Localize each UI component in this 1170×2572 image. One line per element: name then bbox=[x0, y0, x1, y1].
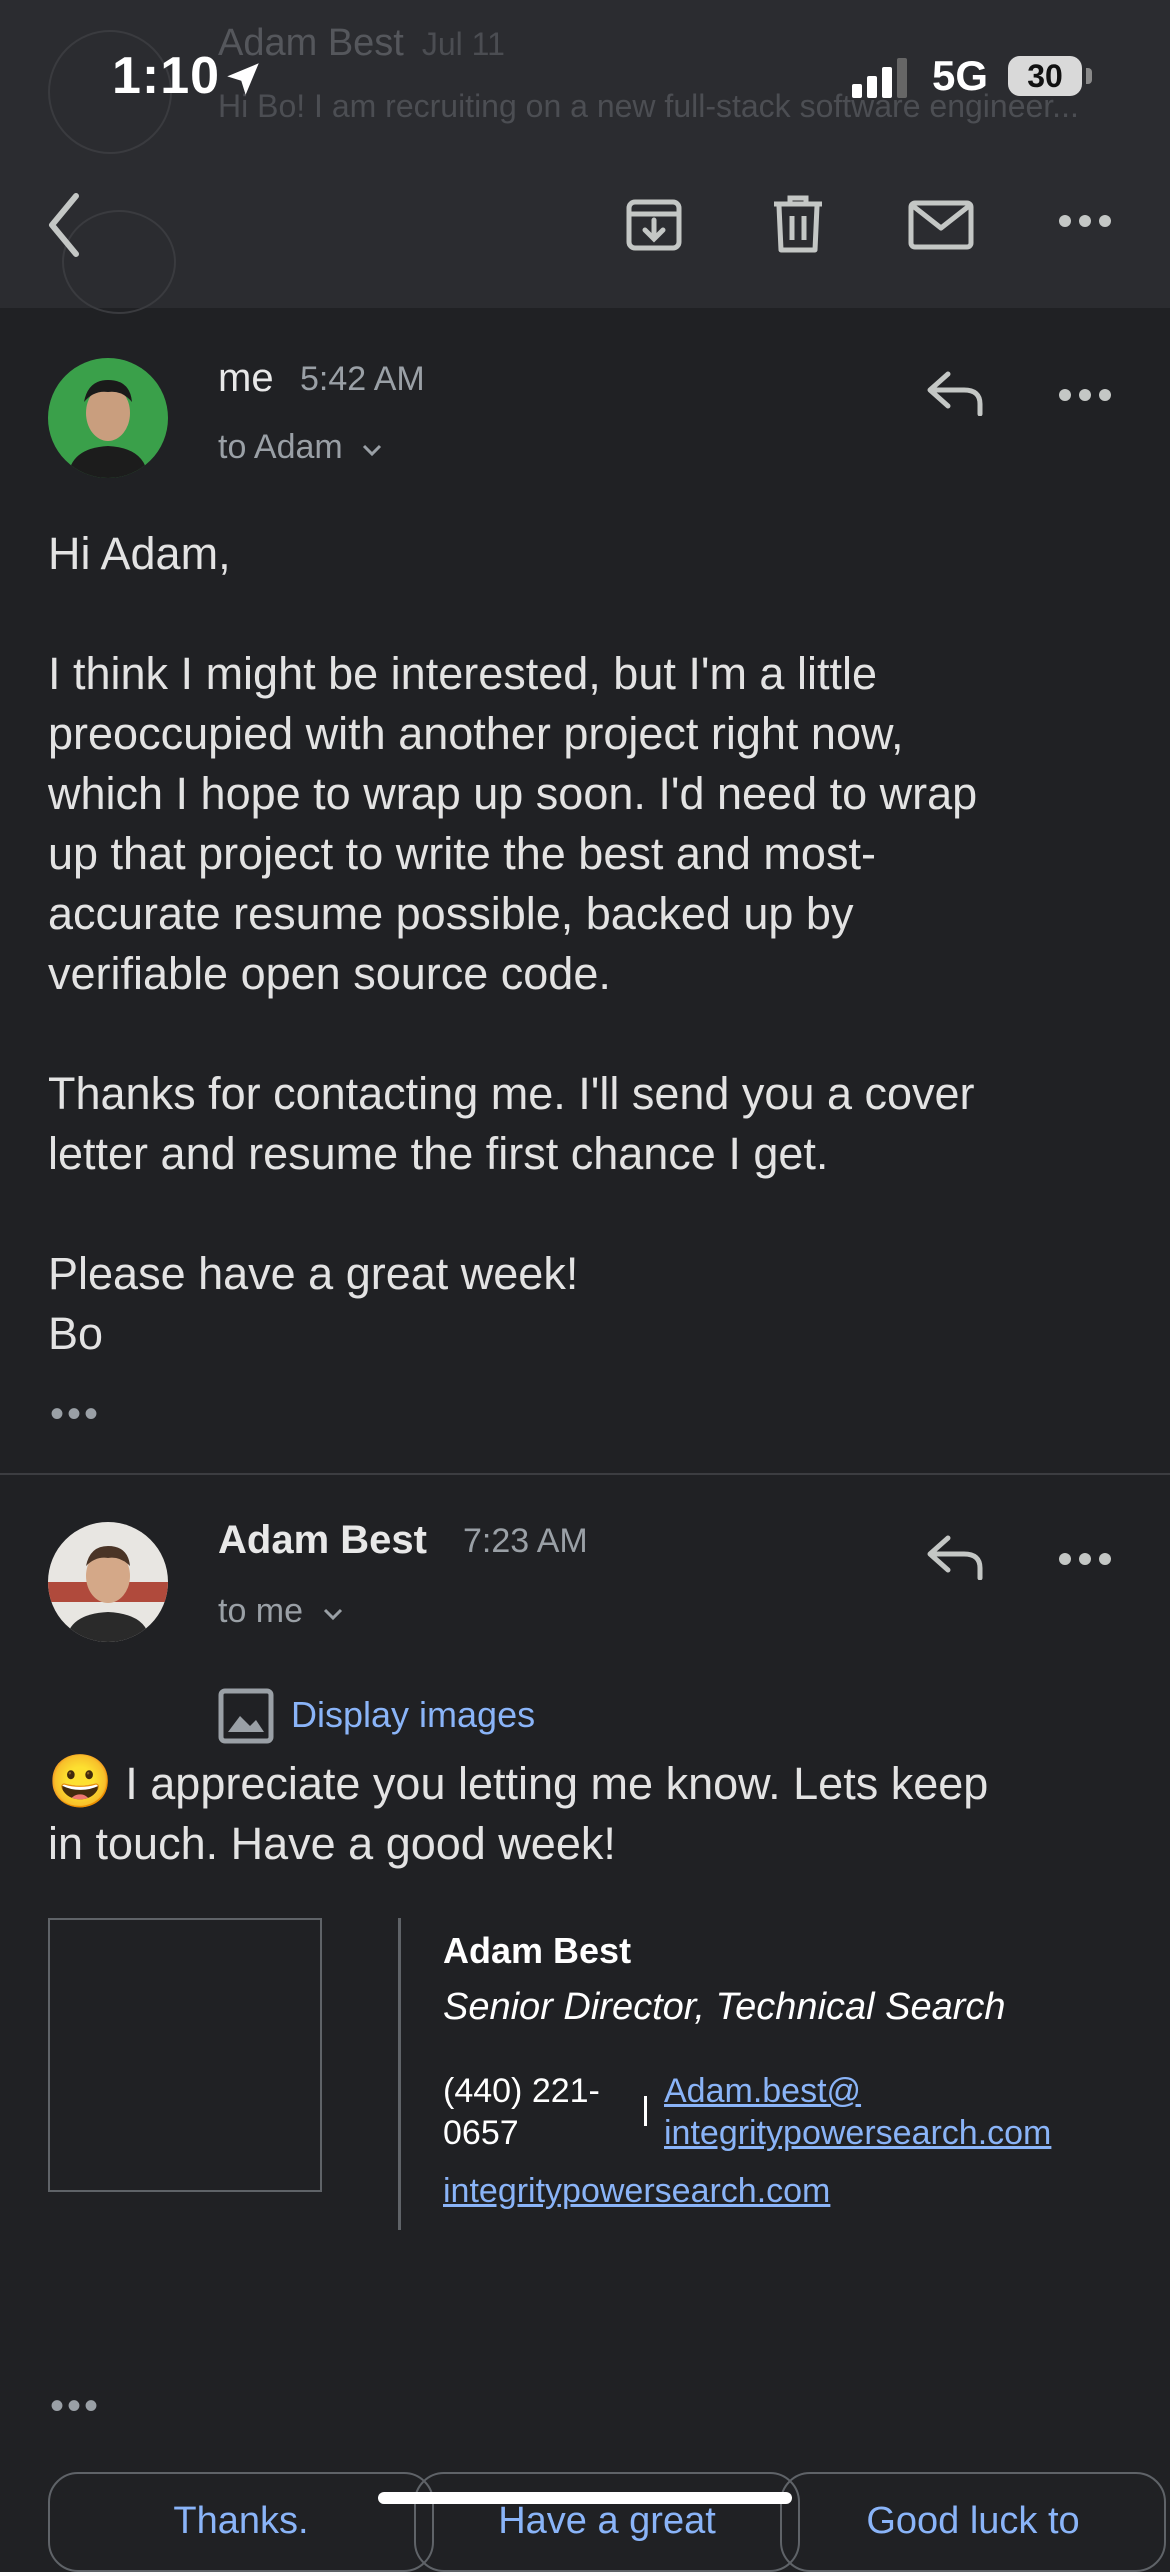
trash-icon[interactable] bbox=[770, 194, 826, 254]
back-arrow-icon[interactable] bbox=[44, 190, 84, 260]
message-sender: Adam Best bbox=[218, 1518, 427, 1562]
body-line-1: 😀 I appreciate you letting me know. Lets… bbox=[48, 1752, 1138, 1814]
message-body: Hi Adam, I think I might be interested, … bbox=[48, 524, 1138, 1364]
recipient-details[interactable]: to me bbox=[218, 1592, 345, 1631]
smart-reply-chip[interactable]: Good luck to bbox=[780, 2472, 1166, 2572]
avatar-photo bbox=[48, 358, 168, 478]
reply-icon[interactable] bbox=[926, 370, 984, 416]
message-more-icon[interactable] bbox=[1058, 1552, 1112, 1566]
signature-email-line2: integritypowersearch.com bbox=[664, 2114, 1052, 2152]
body-line: I think I might be interested, but I'm a… bbox=[48, 648, 877, 699]
body-line: which I hope to wrap up soon. I'd need t… bbox=[48, 768, 978, 819]
signature-name: Adam Best bbox=[443, 1930, 632, 1971]
body-line bbox=[48, 1004, 1138, 1064]
body-line bbox=[48, 1184, 1138, 1244]
smart-reply-chip[interactable]: Have a great bbox=[414, 2472, 800, 2572]
mail-icon[interactable] bbox=[908, 200, 974, 250]
archive-icon[interactable] bbox=[624, 194, 684, 254]
avatar-photo bbox=[48, 1522, 168, 1642]
location-arrow-icon bbox=[227, 63, 259, 95]
signature-separator bbox=[644, 2096, 647, 2126]
battery-cap bbox=[1086, 68, 1092, 84]
recipient-details[interactable]: to Adam bbox=[218, 428, 384, 467]
grinning-face-emoji-icon: 😀 bbox=[48, 1753, 113, 1811]
body-line: Please have a great week! bbox=[48, 1248, 579, 1299]
message-divider bbox=[0, 1473, 1170, 1475]
body-line bbox=[48, 584, 1138, 644]
cellular-signal-icon bbox=[852, 58, 907, 98]
signature-phone[interactable]: (440) 221-0657 bbox=[443, 2070, 643, 2154]
avatar[interactable] bbox=[48, 358, 168, 478]
network-type: 5G bbox=[932, 52, 989, 99]
more-icon[interactable] bbox=[1058, 214, 1112, 228]
message-body: 😀 I appreciate you letting me know. Lets… bbox=[48, 1752, 1138, 1874]
avatar[interactable] bbox=[48, 1522, 168, 1642]
signature-divider bbox=[398, 1918, 401, 2230]
home-indicator[interactable] bbox=[378, 2492, 792, 2504]
chevron-down-icon bbox=[323, 1608, 342, 1621]
message-more-icon[interactable] bbox=[1058, 388, 1112, 402]
status-time: 1:10 bbox=[112, 47, 221, 105]
show-trimmed-content-button[interactable]: ••• bbox=[50, 2384, 101, 2429]
signature-email-line1: Adam.best@ bbox=[664, 2072, 862, 2110]
show-trimmed-content-button[interactable]: ••• bbox=[50, 1392, 101, 1437]
body-line: in touch. Have a good week! bbox=[48, 1818, 616, 1869]
message-sender: me bbox=[218, 356, 274, 400]
signature-image-placeholder bbox=[48, 1918, 322, 2192]
signature-email-link[interactable]: Adam.best@ integritypowersearch.com bbox=[664, 2070, 1051, 2154]
body-line: Bo bbox=[48, 1308, 104, 1359]
reply-icon[interactable] bbox=[926, 1534, 984, 1580]
body-line: Thanks for contacting me. I'll send you … bbox=[48, 1068, 975, 1119]
signature-title: Senior Director, Technical Search bbox=[443, 1986, 1006, 2028]
recipient-label: to Adam bbox=[218, 428, 343, 466]
body-line: letter and resume the first chance I get… bbox=[48, 1128, 829, 1179]
recipient-label: to me bbox=[218, 1592, 304, 1630]
smart-reply-chip[interactable]: Thanks. bbox=[48, 2472, 434, 2572]
display-images-link[interactable]: Display images bbox=[291, 1694, 535, 1736]
body-text-line: I appreciate you letting me know. Lets k… bbox=[125, 1758, 989, 1809]
chevron-down-icon bbox=[363, 444, 382, 457]
body-line: preoccupied with another project right n… bbox=[48, 708, 904, 759]
body-line: verifiable open source code. bbox=[48, 948, 611, 999]
message-time: 5:42 AM bbox=[300, 360, 425, 398]
body-line: up that project to write the best and mo… bbox=[48, 828, 876, 879]
body-line: accurate resume possible, backed up by bbox=[48, 888, 854, 939]
battery-icon: 30 bbox=[1008, 56, 1082, 96]
background-thread-date: Jul 11 bbox=[421, 26, 505, 62]
message-time: 7:23 AM bbox=[463, 1522, 588, 1560]
body-line: Hi Adam, bbox=[48, 528, 231, 579]
image-icon[interactable] bbox=[218, 1688, 274, 1744]
signature-website-link[interactable]: integritypowersearch.com bbox=[443, 2172, 830, 2211]
